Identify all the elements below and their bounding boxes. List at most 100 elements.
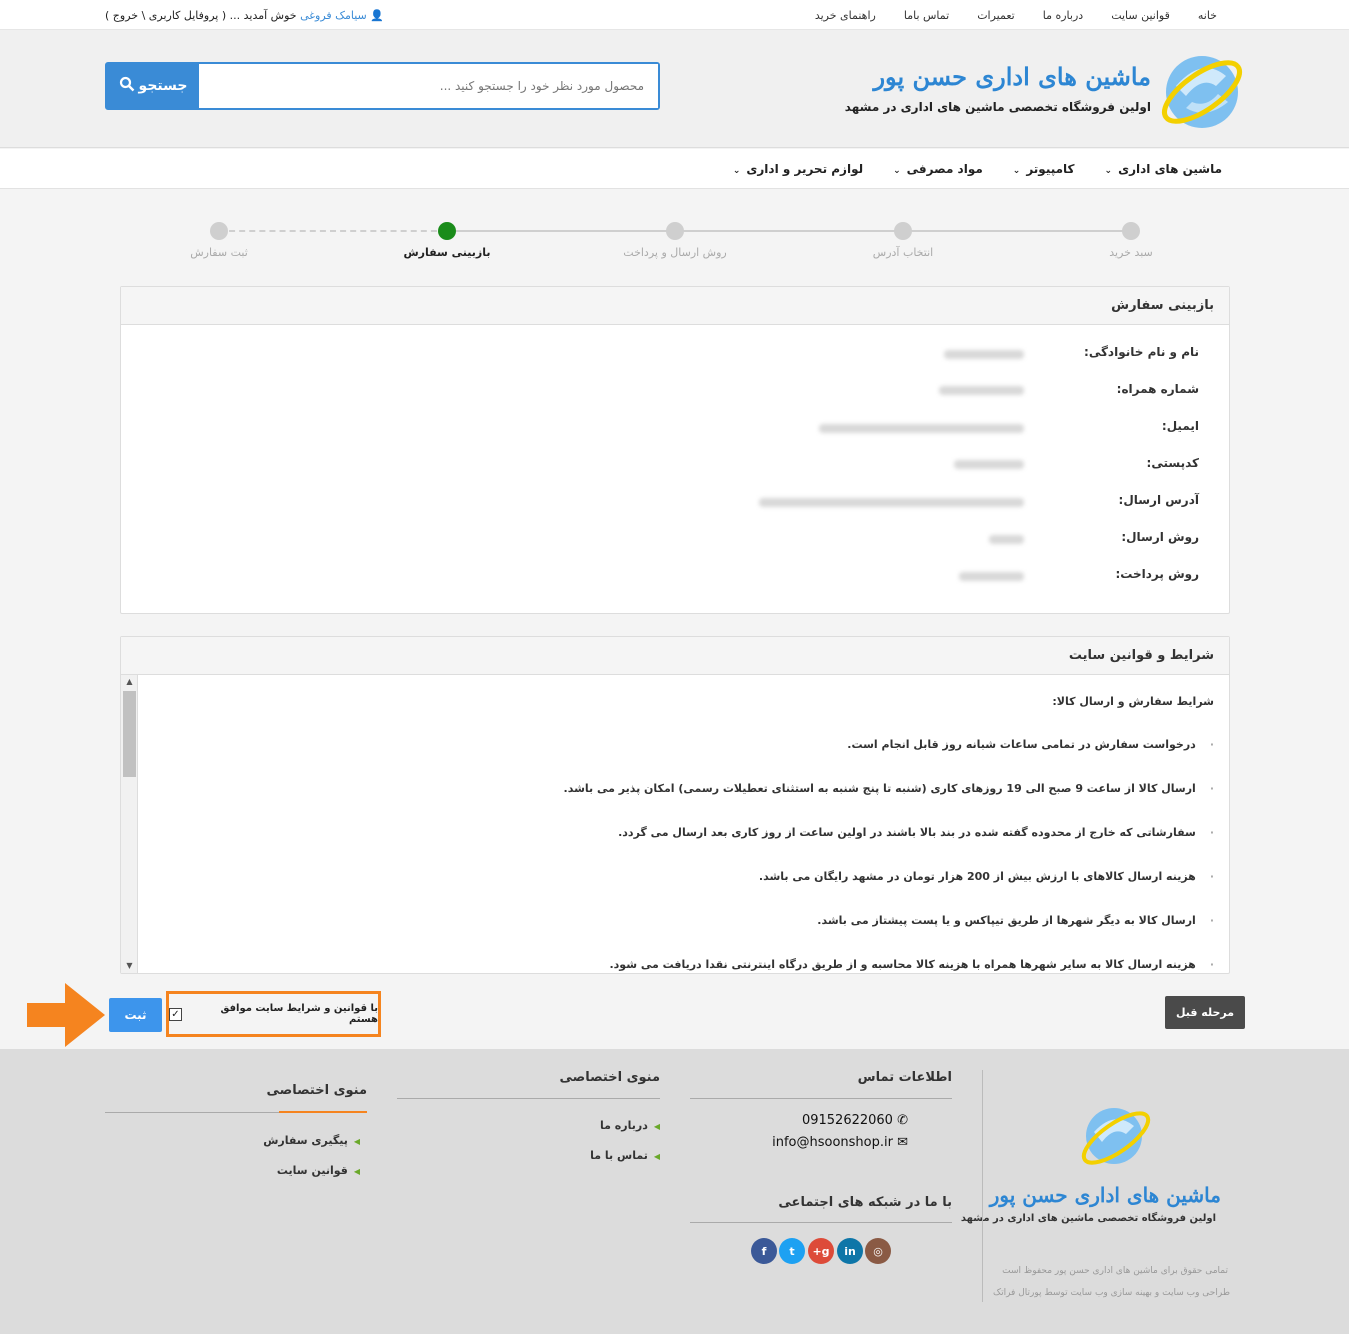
terms-scrollbar[interactable]: ▲ ▼ [121, 675, 138, 973]
footer-social-line [690, 1222, 952, 1223]
step-label-review: بازبینی سفارش [403, 246, 491, 259]
redacted-value [939, 386, 1024, 395]
caret-left-icon: ◀ [353, 1167, 360, 1176]
redacted-value [819, 424, 1024, 433]
site-header: ماشین های اداری حسن پور اولین فروشگاه تخ… [0, 30, 1349, 148]
terms-subtitle: شرایط سفارش و ارسال کالا: [1052, 695, 1214, 708]
top-nav-about[interactable]: درباره ما [1029, 9, 1097, 22]
footer-link-rules[interactable]: ◀قوانین سایت [277, 1164, 360, 1177]
order-review-panel: بازبینی سفارش نام و نام خانوادگی: شماره … [120, 286, 1230, 614]
step-label-shipping: روش ارسال و پرداخت [623, 246, 727, 259]
top-nav-rules[interactable]: قوانین سایت [1097, 9, 1184, 22]
chevron-down-icon: ⌄ [732, 166, 741, 176]
linkedin-icon[interactable]: in [837, 1238, 863, 1264]
terms-item: ·هزینه ارسال کالا به سایر شهرها همراه با… [609, 958, 1214, 971]
step-dot-shipping [666, 222, 684, 240]
menu-consumables[interactable]: مواد مصرفی ⌄ [893, 162, 983, 176]
arrow-right-icon [27, 983, 105, 1051]
footer-copyright: تمامی حقوق برای ماشین های اداری حسن پور … [1002, 1266, 1228, 1276]
previous-step-button[interactable]: مرحله قبل [1165, 996, 1245, 1029]
menu-office-machines[interactable]: ماشین های اداری ⌄ [1105, 162, 1222, 176]
top-nav-guide[interactable]: راهنمای خرید [801, 9, 890, 22]
step-dot-submit [210, 222, 228, 240]
order-review-title: بازبینی سفارش [121, 287, 1229, 325]
user-name-link[interactable]: سیامک فروغی [300, 9, 367, 22]
scroll-up-icon[interactable]: ▲ [121, 675, 138, 689]
chevron-down-icon: ⌄ [1104, 166, 1113, 176]
menu-item-label: کامپیوتر [1026, 162, 1075, 176]
footer-link-contact[interactable]: ◀تماس با ما [590, 1149, 660, 1162]
step-dot-address [894, 222, 912, 240]
welcome-text[interactable]: خوش آمدید ... ( پروفایل کاربری \ خروج ) [105, 9, 297, 22]
step-label-address: انتخاب آدرس [872, 246, 934, 259]
field-email: ایمیل: [1161, 419, 1199, 433]
brand-logo-icon[interactable] [1156, 46, 1248, 134]
field-mobile: شماره همراه: [1116, 382, 1199, 396]
menu-item-label: مواد مصرفی [906, 162, 983, 176]
step-label-submit: ثبت سفارش [190, 246, 248, 259]
instagram-icon[interactable]: ◎ [865, 1238, 891, 1264]
step-label-cart: سبد خرید [1109, 246, 1153, 259]
footer-email[interactable]: info@hsoonshop.ir ✉ [772, 1135, 908, 1150]
top-nav-contact[interactable]: تماس باما [890, 9, 963, 22]
steps-line-done [456, 230, 1131, 232]
main-menu-bar: ماشین های اداری ⌄ کامپیوتر ⌄ مواد مصرفی ⌄ ل… [0, 149, 1349, 189]
footer-social-title: با ما در شبکه های اجتماعی [778, 1195, 952, 1210]
terms-item: ·سفارشاتی که خارج از محدوده گفته شده در … [618, 826, 1214, 839]
scroll-down-icon[interactable]: ▼ [121, 959, 138, 973]
footer-brand-subtitle: اولین فروشگاه تخصصی ماشین های اداری در م… [960, 1213, 1216, 1224]
top-nav: خانه قوانین سایت درباره ما تعمیرات تماس … [801, 9, 1231, 22]
facebook-icon[interactable]: f [751, 1238, 777, 1264]
submit-order-button[interactable]: ثبت [109, 998, 162, 1032]
main-menu: ماشین های اداری ⌄ کامپیوتر ⌄ مواد مصرفی ⌄ ل… [703, 162, 1222, 176]
chevron-down-icon: ⌄ [893, 166, 901, 176]
terms-panel: شرایط و قوانین سایت شرایط سفارش و ارسال … [120, 636, 1230, 974]
chevron-down-icon: ⌄ [1012, 166, 1021, 176]
phone-icon: ✆ [897, 1113, 908, 1128]
menu-item-label: لوازم تحریر و اداری [746, 162, 864, 176]
scroll-thumb[interactable] [123, 691, 136, 777]
welcome-message: 👤 سیامک فروغی خوش آمدید ... ( پروفایل کا… [105, 9, 384, 22]
footer-link-track-order[interactable]: ◀پیگیری سفارش [263, 1134, 360, 1147]
field-address: آدرس ارسال: [1118, 493, 1199, 507]
menu-computer[interactable]: کامپیوتر ⌄ [1013, 162, 1075, 176]
footer-logo-icon[interactable] [1076, 1102, 1156, 1172]
agree-terms-label: با قوانین و شرایط سایت موافق هستم [220, 1003, 378, 1025]
google-plus-icon[interactable]: g+ [808, 1238, 834, 1264]
user-icon: 👤 [370, 9, 384, 22]
footer-contact-title: اطلاعات تماس [857, 1070, 952, 1085]
redacted-value [954, 460, 1024, 469]
agree-terms-checkbox-highlight[interactable]: با قوانین و شرایط سایت موافق هستم ✓ [166, 991, 381, 1037]
top-nav-home[interactable]: خانه [1184, 9, 1231, 22]
twitter-icon[interactable]: t [779, 1238, 805, 1264]
search-button[interactable]: جستجو [107, 64, 199, 108]
brand-subtitle: اولین فروشگاه تخصصی ماشین های اداری در م… [844, 100, 1151, 114]
field-shipping-method: روش ارسال: [1121, 530, 1199, 544]
terms-item: ·هزینه ارسال کالاهای با ارزش بیش از 200 … [758, 870, 1214, 883]
footer-link-about[interactable]: ◀درباره ما [600, 1119, 660, 1132]
footer-phone[interactable]: 09152622060 ✆ [802, 1113, 908, 1128]
field-full-name: نام و نام خانوادگی: [1084, 345, 1199, 359]
terms-item: ·درخواست سفارش در تمامی ساعات شبانه روز … [847, 738, 1214, 751]
redacted-value [959, 572, 1024, 581]
agree-terms-checkbox[interactable]: ✓ [169, 1007, 182, 1021]
top-nav-repairs[interactable]: تعمیرات [963, 9, 1029, 22]
terms-title: شرایط و قوانین سایت [121, 637, 1229, 675]
menu-stationery[interactable]: لوازم تحریر و اداری ⌄ [733, 162, 863, 176]
field-payment-method: روش پرداخت: [1115, 567, 1200, 581]
footer-menu1-title: منوی اختصاصی [559, 1070, 660, 1085]
menu-item-label: ماشین های اداری [1118, 162, 1222, 176]
brand-title[interactable]: ماشین های اداری حسن پور [873, 62, 1151, 91]
caret-left-icon: ◀ [653, 1152, 660, 1161]
steps-line-pending [219, 230, 447, 232]
search-input[interactable] [199, 64, 658, 108]
redacted-value [989, 535, 1024, 544]
top-bar: خانه قوانین سایت درباره ما تعمیرات تماس … [0, 0, 1349, 30]
footer-menu1-line [397, 1098, 660, 1099]
footer-menu2-title: منوی اختصاصی [266, 1083, 367, 1098]
footer-designer-credit[interactable]: طراحی وب سایت و بهینه سازی وب سایت توسط … [993, 1288, 1230, 1298]
footer-contact-line [690, 1098, 952, 1099]
terms-content[interactable]: شرایط سفارش و ارسال کالا: ·درخواست سفارش… [137, 675, 1229, 973]
step-dot-cart [1122, 222, 1140, 240]
caret-left-icon: ◀ [353, 1137, 360, 1146]
